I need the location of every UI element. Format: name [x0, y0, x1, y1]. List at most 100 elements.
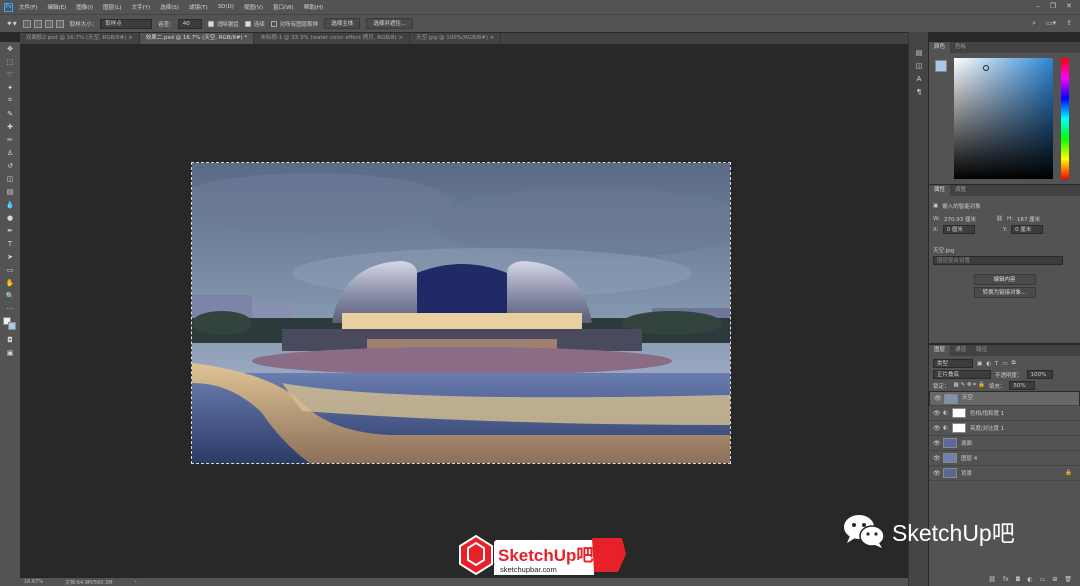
menu-window[interactable]: 窗口(W)	[273, 3, 294, 11]
select-subject-button[interactable]: 选择主体	[324, 18, 361, 29]
tab-channels[interactable]: 通道	[950, 345, 971, 356]
dock-character-icon[interactable]: A	[909, 72, 929, 85]
add-selection-icon[interactable]	[33, 19, 42, 28]
menu-layer[interactable]: 图层(L)	[103, 3, 121, 11]
layer-row[interactable]: 👁 ◐ 亮度/对比度 1	[929, 421, 1080, 436]
delete-layer-icon[interactable]: 🗑	[1064, 576, 1072, 583]
tab-document-3[interactable]: 未标题-1 @ 33.3% (water color effect 拷贝, RG…	[254, 33, 410, 44]
eraser-tool-icon[interactable]: ◫	[0, 172, 20, 185]
menu-view[interactable]: 视图(V)	[244, 3, 263, 11]
sample-size-select[interactable]: 取样点	[100, 18, 153, 29]
link-icon[interactable]: ⛓	[996, 216, 1003, 222]
visibility-eye-icon[interactable]: 👁	[933, 455, 941, 462]
layer-kind-select[interactable]: 类型	[933, 359, 973, 368]
select-mask-button[interactable]: 选择并遮住...	[366, 18, 414, 29]
contiguous-checkbox[interactable]	[244, 20, 251, 27]
tab-swatches[interactable]: 色板	[950, 42, 971, 53]
visibility-eye-icon[interactable]: 👁	[933, 410, 941, 417]
new-adjustment-icon[interactable]: ◐	[1027, 576, 1032, 583]
tab-document-2[interactable]: 效果二.psd @ 16.7% (天空, RGB/8#) *	[139, 33, 255, 44]
visibility-eye-icon[interactable]: 👁	[933, 425, 941, 432]
convert-linked-button[interactable]: 转换为链接对象...	[973, 287, 1036, 298]
dodge-tool-icon[interactable]: ●	[0, 211, 20, 224]
filter-pixel-icon[interactable]: ▣	[977, 361, 982, 367]
tab-paths[interactable]: 路径	[971, 345, 992, 356]
tolerance-input[interactable]: 40	[177, 18, 202, 29]
menu-3d[interactable]: 3D(D)	[218, 4, 234, 10]
layer-style-icon[interactable]: fx	[1003, 576, 1009, 583]
visibility-eye-icon[interactable]: 👁	[933, 440, 941, 447]
fg-bg-swatch[interactable]	[935, 60, 947, 72]
eyedropper-tool-icon[interactable]: ✎	[0, 107, 20, 120]
move-tool-icon[interactable]: ✥	[0, 42, 20, 55]
intersect-selection-icon[interactable]	[55, 19, 64, 28]
menu-select[interactable]: 选择(S)	[160, 3, 179, 11]
gradient-tool-icon[interactable]: ▤	[0, 185, 20, 198]
type-tool-icon[interactable]: T	[0, 237, 20, 250]
link-layers-icon[interactable]: ⛓	[988, 576, 996, 583]
marquee-tool-icon[interactable]: ⬚	[0, 55, 20, 68]
share-icon[interactable]: ⇪	[1066, 19, 1072, 28]
menu-image[interactable]: 图像(I)	[76, 3, 93, 11]
menu-edit[interactable]: 编辑(E)	[47, 3, 66, 11]
workspace-icon[interactable]: ▭▾	[1046, 19, 1056, 28]
tab-adjustments[interactable]: 调整	[950, 185, 971, 196]
brush-tool-icon[interactable]: ✏	[0, 133, 20, 146]
layer-row[interactable]: 👁 ◐ 色相/饱和度 1	[929, 406, 1080, 421]
more-tools-icon[interactable]: ···	[0, 302, 20, 315]
path-select-icon[interactable]: ➤	[0, 250, 20, 263]
filter-type-icon[interactable]: T	[995, 361, 998, 367]
healing-tool-icon[interactable]: ✚	[0, 120, 20, 133]
close-icon[interactable]: ✕	[1066, 2, 1072, 10]
x-input[interactable]: 0 厘米	[942, 225, 975, 234]
sample-all-checkbox[interactable]	[270, 20, 277, 27]
new-group-icon[interactable]: ▭	[1040, 576, 1046, 583]
blend-mode-select[interactable]: 正片叠底	[933, 370, 991, 379]
tab-properties[interactable]: 属性	[929, 185, 951, 196]
visibility-eye-icon[interactable]: 👁	[934, 394, 942, 403]
hue-slider[interactable]	[1061, 58, 1069, 179]
edit-contents-button[interactable]: 编辑内容	[973, 274, 1036, 285]
blur-tool-icon[interactable]: 💧	[0, 198, 20, 211]
tab-layers[interactable]: 图层	[929, 345, 951, 356]
color-swatch-icon[interactable]	[0, 315, 20, 333]
opacity-input[interactable]: 100%	[1026, 370, 1053, 379]
new-selection-icon[interactable]	[22, 19, 31, 28]
fill-input[interactable]: 50%	[1009, 381, 1036, 390]
tab-document-1[interactable]: 双面胶2.psd @ 16.7% (天空, RGB/8#) ×	[20, 33, 140, 44]
menu-help[interactable]: 帮助(H)	[304, 3, 323, 11]
tab-color[interactable]: 颜色	[929, 42, 951, 53]
y-input[interactable]: 0 厘米	[1011, 225, 1044, 234]
lock-icons[interactable]: ▦ ✎ ✥ ⌗ 🔒	[954, 382, 985, 389]
magic-wand-tool-icon[interactable]: ✦	[0, 81, 20, 94]
screen-mode-icon[interactable]: ▣	[0, 346, 20, 359]
history-brush-icon[interactable]: ↺	[0, 159, 20, 172]
color-field[interactable]	[954, 58, 1053, 179]
filter-shape-icon[interactable]: ▭	[1002, 361, 1007, 367]
layer-row[interactable]: 👁 天空	[929, 391, 1080, 406]
antialias-checkbox[interactable]	[207, 20, 214, 27]
restore-icon[interactable]: ❐	[1050, 2, 1056, 10]
menu-file[interactable]: 文件(F)	[19, 3, 37, 11]
minimize-icon[interactable]: –	[1036, 2, 1040, 10]
quick-mask-icon[interactable]: ◘	[0, 333, 20, 346]
magic-wand-icon[interactable]: ✦▾	[6, 19, 17, 28]
visibility-eye-icon[interactable]: 👁	[933, 470, 941, 477]
comp-select[interactable]: 图层复合设置	[933, 256, 1063, 265]
dock-paragraph-icon[interactable]: ¶	[909, 85, 929, 98]
shape-tool-icon[interactable]: ▭	[0, 263, 20, 276]
add-mask-icon[interactable]: ◘	[1016, 576, 1021, 583]
menu-type[interactable]: 文字(Y)	[132, 3, 151, 11]
stamp-tool-icon[interactable]: ♙	[0, 146, 20, 159]
lasso-tool-icon[interactable]: ➰	[0, 68, 20, 81]
status-arrow-icon[interactable]: ›	[135, 579, 137, 585]
h-value[interactable]: 167 厘米	[1017, 215, 1040, 223]
document-canvas-image[interactable]	[191, 162, 731, 464]
dock-history-icon[interactable]: ▤	[909, 46, 929, 59]
search-icon[interactable]: ⌕	[1032, 19, 1036, 28]
crop-tool-icon[interactable]: ⌗	[0, 94, 20, 107]
layer-row[interactable]: 👁 湖面	[929, 436, 1080, 451]
hand-tool-icon[interactable]: ✋	[0, 276, 20, 289]
filter-smart-icon[interactable]: ⧉	[1012, 360, 1016, 367]
w-value[interactable]: 270.93 厘米	[944, 215, 992, 223]
